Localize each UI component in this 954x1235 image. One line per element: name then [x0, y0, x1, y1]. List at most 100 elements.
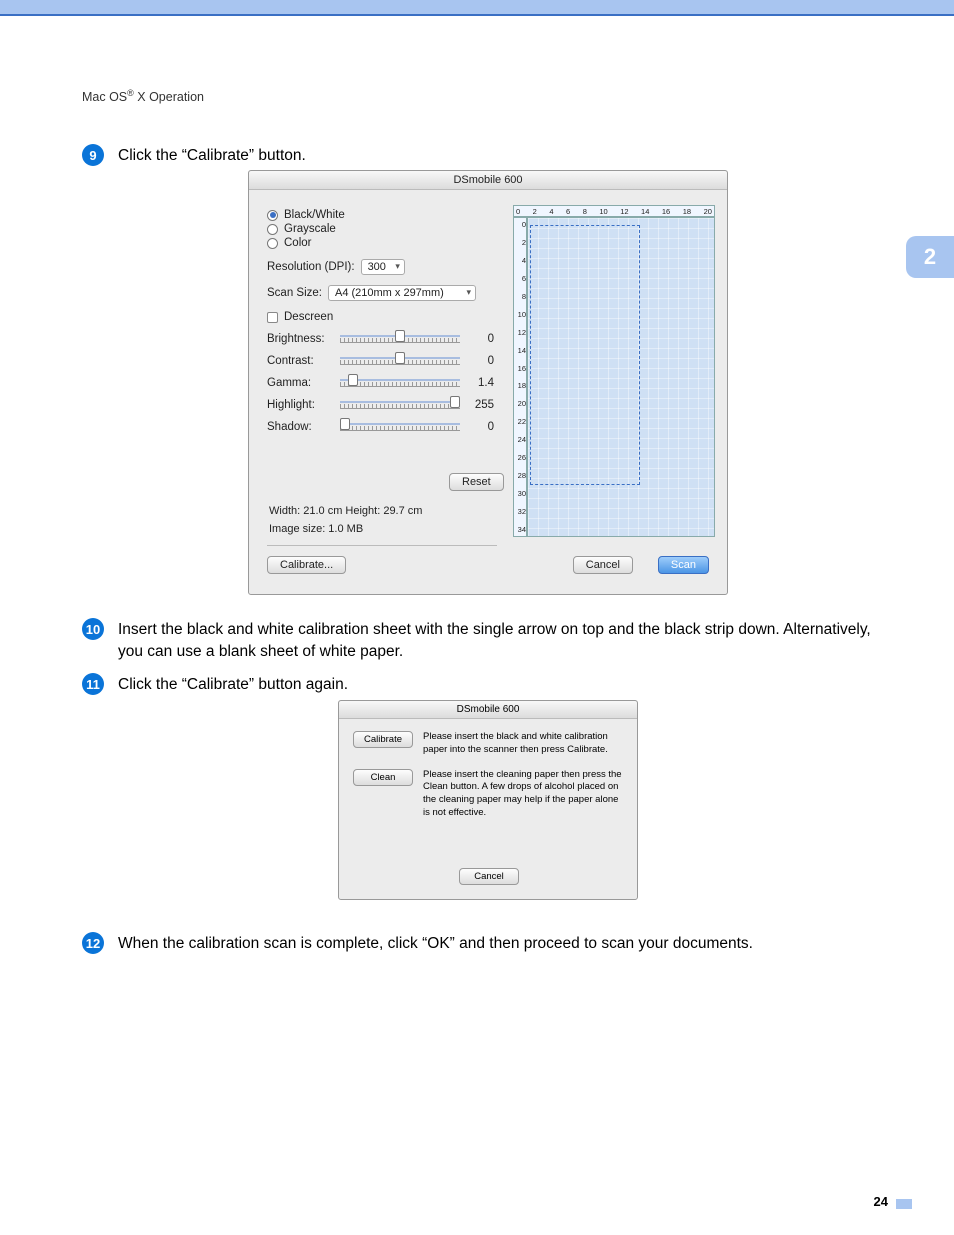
dialog-calibrate-button[interactable]: Calibrate	[353, 731, 413, 748]
descreen-label: Descreen	[284, 311, 333, 323]
rh-9: 18	[683, 207, 691, 216]
descreen-checkbox[interactable]	[267, 312, 278, 323]
clean-row: Clean Please insert the cleaning paper t…	[339, 757, 637, 820]
radio-color-row[interactable]: Color	[267, 237, 507, 249]
rv-16: 32	[514, 507, 526, 516]
brightness-label: Brightness:	[267, 333, 332, 345]
contrast-label: Contrast:	[267, 355, 332, 367]
gamma-value: 1.4	[468, 377, 494, 389]
gamma-row: Gamma: 1.4	[267, 377, 507, 389]
highlight-row: Highlight: 255	[267, 399, 507, 411]
header-os-prefix: Mac OS	[82, 90, 127, 104]
rv-0: 0	[514, 220, 526, 229]
calibrate-instruction: Please insert the black and white calibr…	[423, 731, 623, 757]
preview-canvas[interactable]	[527, 217, 715, 537]
rv-5: 10	[514, 310, 526, 319]
step-12: 12 When the calibration scan is complete…	[82, 932, 753, 955]
dialog2-title: DSmobile 600	[339, 701, 637, 719]
dialog-title: DSmobile 600	[249, 171, 727, 190]
rv-1: 2	[514, 238, 526, 247]
scansize-row: Scan Size: A4 (210mm x 297mm)	[267, 285, 507, 301]
radio-gray[interactable]	[267, 224, 278, 235]
rv-2: 4	[514, 256, 526, 265]
descreen-row[interactable]: Descreen	[267, 311, 507, 323]
radio-bw-label: Black/White	[284, 209, 345, 221]
radio-gray-label: Grayscale	[284, 223, 336, 235]
step-bullet-12: 12	[82, 932, 104, 954]
image-size-info: Image size: 1.0 MB	[269, 523, 363, 535]
scansize-label: Scan Size:	[267, 287, 322, 299]
step-11: 11 Click the “Calibrate” button again.	[82, 673, 348, 696]
rv-7: 14	[514, 346, 526, 355]
shadow-label: Shadow:	[267, 421, 332, 433]
step-11-text: Click the “Calibrate” button again.	[118, 673, 348, 696]
rv-17: 34	[514, 525, 526, 534]
rh-4: 8	[583, 207, 587, 216]
ruler-vertical: 0 2 4 6 8 10 12 14 16 18 20 22 24 26 28 …	[513, 217, 527, 537]
preview-area: 0 2 4 6 8 10 12 14 16 18 20 0 2 4 6 8 10…	[513, 205, 715, 545]
calibrate-button[interactable]: Calibrate...	[267, 556, 346, 574]
radio-gray-row[interactable]: Grayscale	[267, 223, 507, 235]
rv-15: 30	[514, 489, 526, 498]
screenshot-calibrate-dialog: DSmobile 600 Calibrate Please insert the…	[338, 700, 638, 900]
rh-7: 14	[641, 207, 649, 216]
page-number: 24	[874, 1194, 888, 1209]
rh-1: 2	[533, 207, 537, 216]
shadow-slider[interactable]	[340, 423, 460, 431]
scan-button[interactable]: Scan	[658, 556, 709, 574]
step-12-text: When the calibration scan is complete, c…	[118, 932, 753, 955]
reset-button[interactable]: Reset	[449, 473, 504, 491]
rv-8: 16	[514, 364, 526, 373]
radio-color[interactable]	[267, 238, 278, 249]
step-9-text: Click the “Calibrate” button.	[118, 144, 306, 167]
rh-5: 10	[599, 207, 607, 216]
rh-2: 4	[549, 207, 553, 216]
rv-4: 8	[514, 292, 526, 301]
contrast-value: 0	[468, 355, 494, 367]
page-corner-mark	[896, 1199, 912, 1209]
clean-instruction: Please insert the cleaning paper then pr…	[423, 769, 623, 820]
cancel-button[interactable]: Cancel	[573, 556, 633, 574]
brightness-slider[interactable]	[340, 335, 460, 343]
rv-14: 28	[514, 471, 526, 480]
highlight-value: 255	[468, 399, 494, 411]
page-header: Mac OS® X Operation	[82, 88, 204, 104]
selection-box[interactable]	[530, 225, 640, 485]
rv-9: 18	[514, 381, 526, 390]
step-bullet-11: 11	[82, 673, 104, 695]
rh-8: 16	[662, 207, 670, 216]
step-10: 10 Insert the black and white calibratio…	[82, 618, 882, 664]
ruler-horizontal: 0 2 4 6 8 10 12 14 16 18 20	[513, 205, 715, 217]
rh-6: 12	[620, 207, 628, 216]
contrast-row: Contrast: 0	[267, 355, 507, 367]
radio-bw-row[interactable]: Black/White	[267, 209, 507, 221]
top-accent-bar	[0, 0, 954, 14]
resolution-select[interactable]: 300	[361, 259, 405, 275]
step-bullet-9: 9	[82, 144, 104, 166]
chapter-tab: 2	[906, 236, 954, 278]
contrast-slider[interactable]	[340, 357, 460, 365]
resolution-row: Resolution (DPI): 300	[267, 259, 507, 275]
highlight-slider[interactable]	[340, 401, 460, 409]
rh-3: 6	[566, 207, 570, 216]
dialog-clean-button[interactable]: Clean	[353, 769, 413, 786]
rh-0: 0	[516, 207, 520, 216]
divider	[267, 545, 497, 546]
header-reg: ®	[127, 88, 134, 98]
rv-12: 24	[514, 435, 526, 444]
radio-color-label: Color	[284, 237, 311, 249]
rv-11: 22	[514, 417, 526, 426]
step-10-text: Insert the black and white calibration s…	[118, 618, 882, 664]
dialog-cancel-button[interactable]: Cancel	[459, 868, 519, 885]
header-os-suffix: X Operation	[134, 90, 204, 104]
rv-3: 6	[514, 274, 526, 283]
shadow-value: 0	[468, 421, 494, 433]
scansize-select[interactable]: A4 (210mm x 297mm)	[328, 285, 476, 301]
step-bullet-10: 10	[82, 618, 104, 640]
top-rule	[0, 14, 954, 16]
rh-10: 20	[704, 207, 712, 216]
gamma-slider[interactable]	[340, 379, 460, 387]
rv-10: 20	[514, 399, 526, 408]
resolution-label: Resolution (DPI):	[267, 261, 355, 273]
radio-bw[interactable]	[267, 210, 278, 221]
